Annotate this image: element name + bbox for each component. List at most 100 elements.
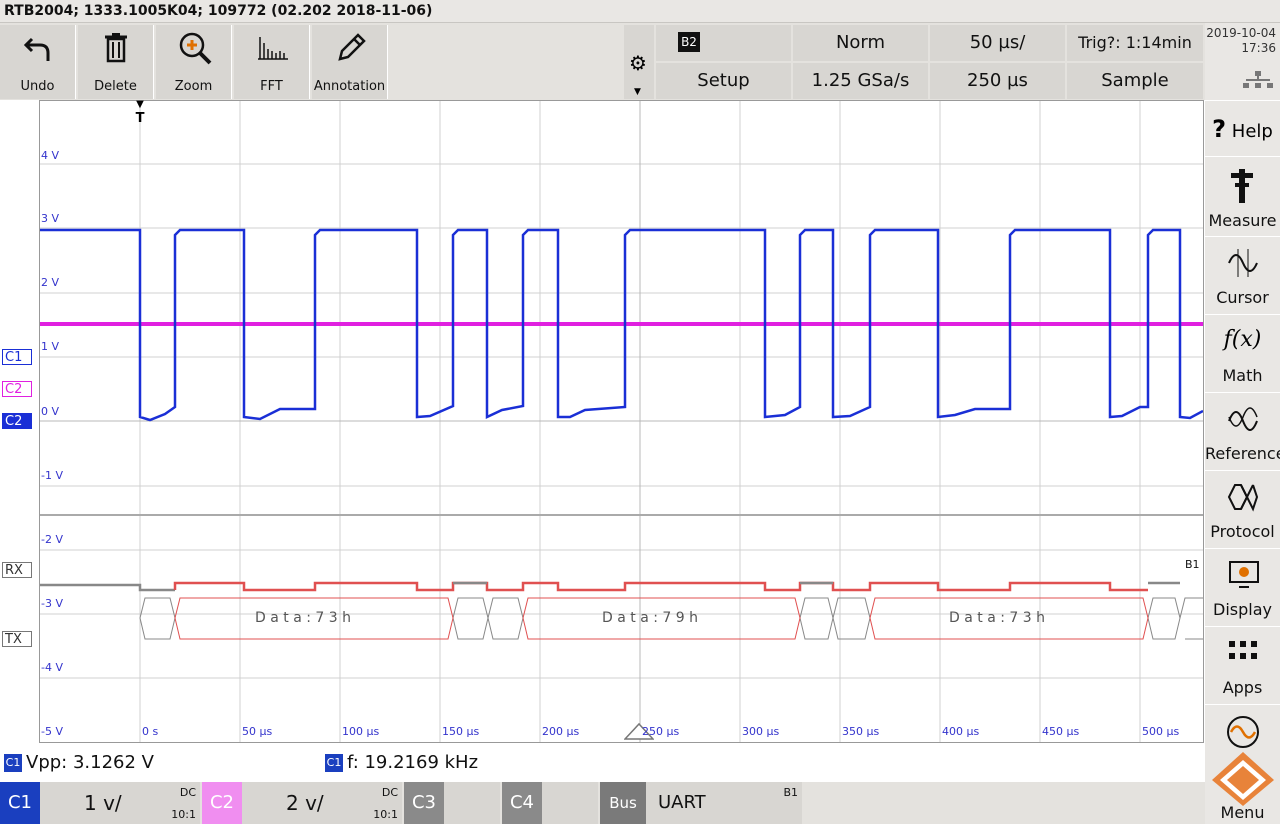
- x-tick: 500 µs: [1142, 725, 1180, 738]
- y-tick: 0 V: [41, 405, 60, 418]
- c1-tag: C1: [0, 782, 40, 824]
- bus-tag: Bus: [600, 782, 646, 824]
- decode-frame-2: D a t a : 7 9 h: [602, 610, 698, 626]
- display-button[interactable]: Display: [1205, 548, 1280, 625]
- cursor-label: Cursor: [1216, 288, 1269, 307]
- freq-channel-badge: C1: [325, 754, 343, 772]
- pencil-icon: [338, 33, 366, 61]
- x-tick: 50 µs: [242, 725, 273, 738]
- scope-display[interactable]: [39, 100, 1204, 743]
- network-icon: [1243, 71, 1273, 88]
- x-tick: 300 µs: [742, 725, 780, 738]
- rs-logo-icon: [1212, 752, 1274, 806]
- zoom-icon: [179, 32, 212, 65]
- setup-button[interactable]: Setup: [656, 63, 791, 99]
- zoom-button[interactable]: Zoom: [156, 25, 232, 99]
- x-tick: 0 s: [142, 725, 159, 738]
- c4-tag: C4: [502, 782, 542, 824]
- y-tick: 1 V: [41, 340, 60, 353]
- monitor-icon: [1229, 561, 1259, 588]
- vpp-measurement[interactable]: C1 Vpp: 3.1262 V: [4, 748, 154, 778]
- decode-frame-3: D a t a : 7 3 h: [949, 610, 1045, 626]
- x-tick: 150 µs: [442, 725, 480, 738]
- sine-circle-icon: [1227, 716, 1259, 748]
- y-tick: -4 V: [41, 661, 63, 674]
- bus-button[interactable]: Bus UART B1: [600, 782, 802, 824]
- y-tick: -2 V: [41, 533, 63, 546]
- annotation-label: Annotation: [313, 79, 386, 94]
- annotation-button[interactable]: Annotation: [312, 25, 388, 99]
- menu-button[interactable]: Menu: [1205, 752, 1280, 824]
- reference-wave-icon: [1228, 407, 1258, 431]
- c1-probe-ratio: 10:1: [171, 808, 196, 821]
- timebase[interactable]: 50 µs/: [930, 25, 1065, 61]
- vpp-value: Vpp: 3.1262 V: [26, 752, 154, 773]
- undo-label: Undo: [20, 79, 55, 94]
- c2-scale: 2 v/: [286, 791, 324, 815]
- measure-button[interactable]: Measure: [1205, 156, 1280, 236]
- caliper-icon: [1231, 169, 1253, 203]
- tx-marker[interactable]: TX: [2, 631, 32, 647]
- bus-protocol: UART: [658, 792, 706, 813]
- measure-label: Measure: [1208, 211, 1277, 230]
- math-label: Math: [1222, 366, 1263, 385]
- protocol-icon: [1227, 484, 1259, 512]
- datetime-panel: 2019-10-04 17:36: [1205, 23, 1280, 100]
- date-text: 2019-10-04: [1206, 26, 1276, 40]
- y-tick: -5 V: [41, 725, 63, 738]
- bus-badge: B2: [678, 32, 700, 52]
- sample-rate[interactable]: 1.25 GSa/s: [793, 63, 928, 99]
- trigger-status[interactable]: Trig?: 1:14min: [1067, 25, 1203, 61]
- c3-tag: C3: [404, 782, 444, 824]
- c1-coupling: DC: [179, 786, 196, 799]
- bus-indicator-cell[interactable]: [656, 25, 791, 61]
- cursor-button[interactable]: Cursor: [1205, 236, 1280, 313]
- y-tick: -1 V: [41, 469, 63, 482]
- c3-channel-button[interactable]: C3: [404, 782, 500, 824]
- uart-decode: [40, 581, 1203, 640]
- y-tick: 3 V: [41, 212, 60, 225]
- question-icon: ?: [1212, 115, 1227, 143]
- math-button[interactable]: f(x) Math: [1205, 314, 1280, 391]
- protocol-label: Protocol: [1210, 522, 1275, 541]
- y-tick: 4 V: [41, 149, 60, 162]
- x-tick: 400 µs: [942, 725, 980, 738]
- record-length[interactable]: 250 µs: [930, 63, 1065, 99]
- reference-offset-marker[interactable]: C2: [2, 413, 32, 429]
- c2-channel-button[interactable]: C2 2 v/ DC 10:1: [202, 782, 402, 824]
- fft-button[interactable]: FFT: [234, 25, 310, 99]
- c4-channel-button[interactable]: C4: [502, 782, 598, 824]
- acquisition-mode[interactable]: Sample: [1067, 63, 1203, 99]
- trigger-position-marker[interactable]: ▼: [134, 100, 146, 110]
- c2-offset-marker[interactable]: C2: [2, 381, 32, 397]
- c2-coupling: DC: [381, 786, 398, 799]
- gear-icon: ⚙: [629, 51, 647, 75]
- c2-tag: C2: [202, 782, 242, 824]
- y-tick: 2 V: [41, 276, 60, 289]
- freq-value: f: 19.2169 kHz: [347, 752, 479, 773]
- delete-button[interactable]: Delete: [78, 25, 154, 99]
- references-button[interactable]: References: [1205, 392, 1280, 469]
- x-tick: 100 µs: [342, 725, 380, 738]
- protocol-button[interactable]: Protocol: [1205, 470, 1280, 547]
- trigger-mode[interactable]: Norm: [793, 25, 928, 61]
- c1-offset-marker[interactable]: C1: [2, 349, 32, 365]
- bus-number: B1: [783, 786, 798, 799]
- y-tick: -3 V: [41, 597, 63, 610]
- undo-icon: [23, 37, 50, 61]
- trash-icon: [105, 33, 127, 63]
- apps-button[interactable]: Apps: [1205, 626, 1280, 703]
- display-label: Display: [1213, 600, 1272, 619]
- undo-button[interactable]: Undo: [0, 25, 76, 99]
- rx-marker[interactable]: RX: [2, 562, 32, 578]
- c1-scale: 1 v/: [84, 791, 122, 815]
- frequency-measurement[interactable]: C1 f: 19.2169 kHz: [325, 748, 478, 778]
- c2-probe-ratio: 10:1: [373, 808, 398, 821]
- vpp-channel-badge: C1: [4, 754, 22, 772]
- cursor-wave-icon: [1228, 249, 1258, 277]
- settings-gear-button[interactable]: ⚙ ▼: [624, 25, 654, 99]
- x-tick: 350 µs: [842, 725, 880, 738]
- c1-channel-button[interactable]: C1 1 v/ DC 10:1: [0, 782, 200, 824]
- zoom-label: Zoom: [174, 79, 213, 94]
- apps-label: Apps: [1222, 678, 1263, 697]
